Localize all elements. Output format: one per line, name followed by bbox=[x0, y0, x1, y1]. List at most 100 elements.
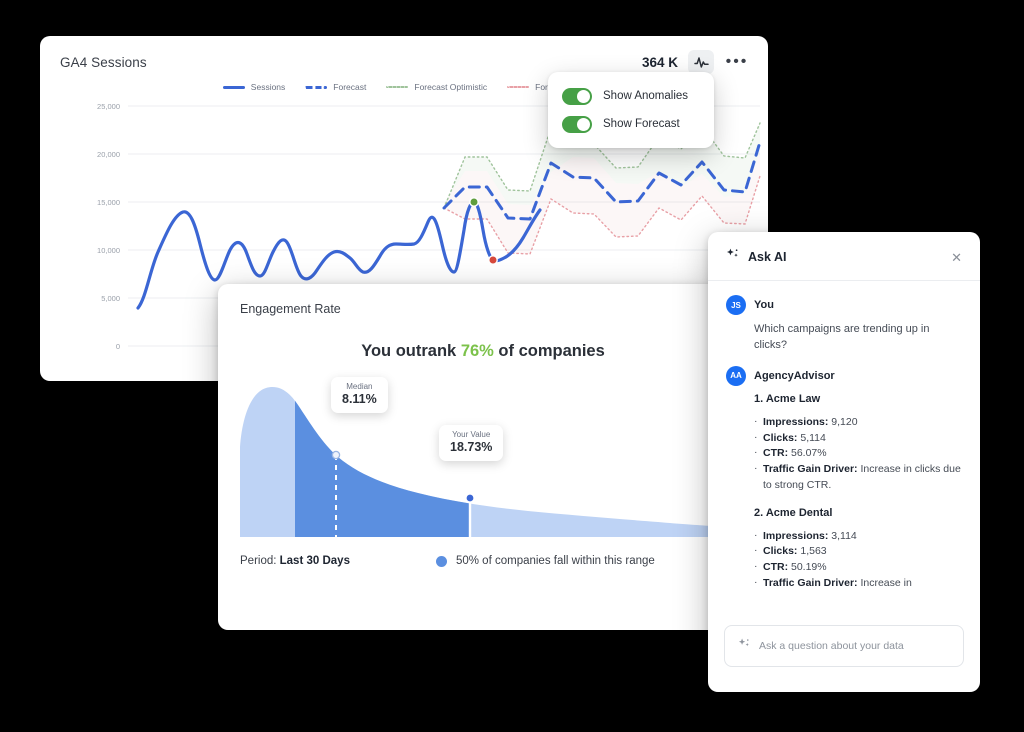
avatar: AA bbox=[726, 365, 746, 386]
list-item: Clicks: 1,563 bbox=[754, 543, 962, 560]
bullet-label: Traffic Gain Driver: bbox=[763, 463, 858, 476]
ga4-header-actions: 364 K ••• bbox=[642, 50, 750, 74]
median-tooltip-label: Median bbox=[346, 382, 373, 391]
list-item: Traffic Gain Driver: Increase in bbox=[754, 575, 962, 592]
your-value-tooltip: Your Value 18.73% bbox=[439, 425, 504, 461]
ask-ai-footer: Ask a question about your data bbox=[708, 613, 980, 679]
ask-ai-title-group: Ask AI bbox=[726, 248, 786, 266]
svg-text:5,000: 5,000 bbox=[101, 294, 120, 303]
answer-heading: 2. Acme Dental bbox=[754, 506, 833, 519]
ask-ai-header: Ask AI ✕ bbox=[708, 232, 980, 281]
toggle-row-show-forecast[interactable]: Show Forecast bbox=[562, 110, 700, 138]
legend-swatch bbox=[386, 86, 409, 88]
ask-ai-conversation: JS You Which campaigns are trending up i… bbox=[708, 281, 980, 613]
answer-bullets: Impressions: 3,114 Clicks: 1,563 CTR: 50… bbox=[726, 528, 962, 592]
page-title: GA4 Sessions bbox=[60, 54, 147, 70]
anomaly-low-marker bbox=[488, 255, 498, 265]
list-item: Impressions: 9,120 bbox=[754, 414, 962, 431]
list-item: Clicks: 5,114 bbox=[754, 430, 962, 447]
legend-swatch bbox=[507, 86, 530, 88]
legend-item-forecast-optimistic[interactable]: Forecast Optimistic bbox=[386, 82, 487, 92]
svg-text:0: 0 bbox=[116, 342, 120, 351]
period-value: Last 30 Days bbox=[279, 555, 350, 567]
median-tooltip: Median 8.11% bbox=[331, 377, 388, 413]
show-forecast-toggle[interactable] bbox=[562, 115, 592, 133]
sparkle-icon bbox=[726, 248, 739, 266]
bullet-label: Impressions: bbox=[763, 415, 829, 428]
bullet-value: 50.19% bbox=[788, 561, 827, 574]
legend-label: Forecast bbox=[333, 82, 367, 92]
toggle-label: Show Anomalies bbox=[603, 90, 689, 102]
outrank-prefix: You outrank bbox=[361, 342, 461, 360]
outrank-percent: 76% bbox=[460, 342, 494, 360]
close-icon[interactable]: ✕ bbox=[951, 251, 962, 264]
ask-ai-title: Ask AI bbox=[748, 250, 787, 264]
message-header: JS You bbox=[726, 295, 962, 315]
search-input[interactable]: Ask a question about your data bbox=[759, 640, 904, 652]
toggle-label: Show Forecast bbox=[603, 118, 680, 130]
legend-item-sessions[interactable]: Sessions bbox=[222, 82, 286, 92]
your-value-tooltip-label: Your Value bbox=[452, 430, 491, 439]
svg-text:15,000: 15,000 bbox=[97, 198, 120, 207]
message-author: You bbox=[754, 299, 774, 311]
ask-ai-input-wrap[interactable]: Ask a question about your data bbox=[724, 625, 964, 667]
message-author: AgencyAdvisor bbox=[754, 369, 835, 382]
more-dots: ••• bbox=[725, 53, 749, 70]
legend-item-forecast[interactable]: Forecast bbox=[305, 82, 366, 92]
message-user: JS You Which campaigns are trending up i… bbox=[726, 295, 962, 354]
outrank-suffix: of companies bbox=[493, 342, 605, 360]
engagement-card-footer: Period: Last 30 Days 50% of companies fa… bbox=[218, 537, 718, 567]
show-anomalies-toggle[interactable] bbox=[562, 87, 592, 105]
median-point bbox=[331, 450, 341, 460]
legend-swatch bbox=[222, 85, 245, 89]
activity-pulse-icon[interactable] bbox=[688, 50, 714, 74]
bullet-value: 9,120 bbox=[828, 415, 858, 428]
message-assistant: AA AgencyAdvisor 1. Acme Law Impressions… bbox=[726, 365, 962, 592]
period-label: Period: bbox=[240, 555, 280, 567]
svg-text:20,000: 20,000 bbox=[97, 150, 120, 159]
list-item: Traffic Gain Driver: Increase in clicks … bbox=[754, 461, 962, 494]
bullet-value: 5,114 bbox=[797, 431, 826, 444]
bullet-value: 3,114 bbox=[828, 529, 857, 542]
bullet-value: 1,563 bbox=[797, 545, 827, 558]
anomaly-high-marker bbox=[469, 197, 479, 207]
your-value-tooltip-value: 18.73% bbox=[450, 440, 493, 454]
legend-label: Forecast Optimistic bbox=[414, 82, 488, 92]
svg-text:10,000: 10,000 bbox=[97, 246, 120, 255]
engagement-distribution-chart: Median 8.11% Your Value 18.73% bbox=[218, 369, 718, 537]
bullet-label: Traffic Gain Driver: bbox=[763, 576, 858, 589]
engagement-card-title: Engagement Rate bbox=[240, 302, 341, 316]
engagement-rate-card: Engagement Rate You outrank 76% of compa… bbox=[218, 284, 718, 630]
legend-label: Sessions bbox=[250, 82, 286, 92]
answer-bullets: Impressions: 9,120 Clicks: 5,114 CTR: 56… bbox=[726, 414, 962, 494]
sparkle-icon bbox=[738, 637, 750, 655]
toggle-row-show-anomalies[interactable]: Show Anomalies bbox=[562, 82, 700, 110]
period-info: Period: Last 30 Days bbox=[240, 555, 350, 567]
outrank-headline: You outrank 76% of companies bbox=[218, 342, 718, 361]
chart-options-dropdown: Show Anomalies Show Forecast bbox=[548, 72, 714, 148]
answer-heading: 1. Acme Law bbox=[754, 392, 821, 405]
bullet-label: CTR: bbox=[763, 561, 789, 574]
range-legend-dot bbox=[435, 555, 447, 567]
message-header: AA AgencyAdvisor bbox=[726, 365, 962, 386]
median-tooltip-value: 8.11% bbox=[342, 392, 377, 406]
ask-ai-panel: Ask AI ✕ JS You Which campaigns are tren… bbox=[708, 232, 980, 692]
list-item: CTR: 50.19% bbox=[754, 559, 962, 576]
bullet-label: Clicks: bbox=[763, 545, 798, 558]
bullet-label: Impressions: bbox=[763, 529, 829, 542]
svg-text:25,000: 25,000 bbox=[97, 102, 120, 111]
y-axis-ticks: 25,000 20,000 15,000 10,000 5,000 0 bbox=[97, 102, 120, 351]
bullet-value: 56.07% bbox=[788, 447, 827, 460]
range-legend: 50% of companies fall within this range bbox=[435, 555, 655, 567]
your-value-point bbox=[465, 493, 476, 504]
bullet-label: CTR: bbox=[763, 447, 789, 460]
avatar: JS bbox=[726, 295, 746, 315]
bullet-label: Clicks: bbox=[763, 431, 798, 444]
kpi-value: 364 K bbox=[641, 54, 678, 70]
list-item: CTR: 56.07% bbox=[754, 445, 962, 462]
more-horizontal-icon[interactable]: ••• bbox=[724, 50, 750, 74]
legend-swatch bbox=[305, 85, 328, 89]
range-legend-label: 50% of companies fall within this range bbox=[455, 555, 655, 567]
bullet-value: Increase in bbox=[857, 576, 912, 589]
list-item: Impressions: 3,114 bbox=[754, 528, 962, 545]
